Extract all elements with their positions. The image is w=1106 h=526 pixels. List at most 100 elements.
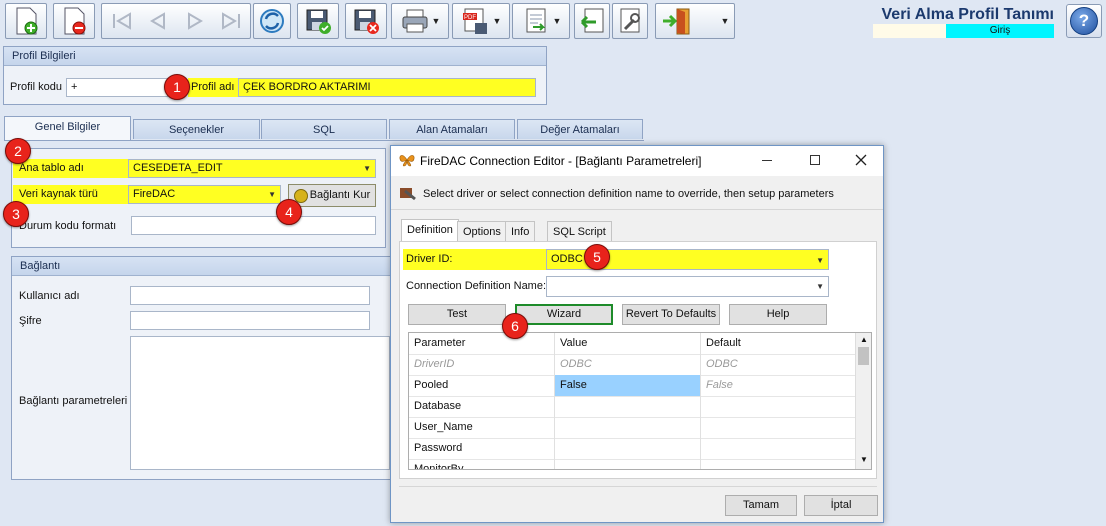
param-default <box>701 459 855 469</box>
table-name-combo[interactable]: CESEDETA_EDIT ▼ <box>128 159 376 178</box>
settings-button[interactable] <box>612 3 648 39</box>
grid-header-parameter: Parameter <box>409 333 555 354</box>
table-row[interactable]: User_Name <box>409 417 855 439</box>
grid-header-default: Default <box>706 337 741 349</box>
step-badge-3: 3 <box>3 201 29 227</box>
last-record-icon[interactable] <box>219 11 245 31</box>
step-badge-4: 4 <box>276 199 302 225</box>
import-button[interactable] <box>574 3 610 39</box>
step-badge-6: 6 <box>502 313 528 339</box>
tab-sql-script[interactable]: SQL Script <box>547 221 612 241</box>
wizard-button[interactable]: Wizard <box>515 304 613 325</box>
tab-field-mapping[interactable]: Alan Atamaları <box>389 119 515 139</box>
first-record-icon[interactable] <box>108 11 134 31</box>
param-value[interactable] <box>555 459 701 469</box>
status-format-input[interactable] <box>131 216 376 235</box>
minimize-icon[interactable] <box>762 160 772 161</box>
chevron-down-icon: ▼ <box>431 16 441 26</box>
param-name: MonitorBy <box>409 459 555 469</box>
username-label: Kullanıcı adı <box>19 290 80 302</box>
tab-sql[interactable]: SQL <box>261 119 387 139</box>
scroll-up-icon[interactable]: ▲ <box>860 335 868 344</box>
param-name: DriverID <box>409 354 555 375</box>
status-format-label: Durum kodu formatı <box>19 220 117 232</box>
tab-general[interactable]: Genel Bilgiler <box>4 116 131 141</box>
dialog-footer-divider <box>399 486 877 487</box>
profile-code-input[interactable]: + <box>66 78 168 97</box>
connect-button-label: Bağlantı Kur <box>309 189 371 201</box>
instruction-text: Select driver or select connection defin… <box>423 188 834 200</box>
save-button[interactable] <box>297 3 339 39</box>
password-input[interactable] <box>130 311 370 330</box>
step-badge-2: 2 <box>5 138 31 164</box>
source-type-label: Veri kaynak türü <box>13 185 128 204</box>
param-value[interactable] <box>555 417 701 438</box>
tab-value-mapping[interactable]: Değer Atamaları <box>517 119 643 139</box>
table-row[interactable]: DriverID ODBC ODBC <box>409 354 855 376</box>
tab-options[interactable]: Seçenekler <box>133 119 260 139</box>
grid-header-value: Value <box>555 333 701 354</box>
close-icon[interactable] <box>855 154 867 166</box>
scroll-thumb[interactable] <box>858 347 869 365</box>
prev-record-icon[interactable] <box>145 11 171 31</box>
step-badge-5: 5 <box>584 244 610 270</box>
param-name: Password <box>409 438 555 459</box>
tab-options-dialog[interactable]: Options <box>457 221 507 241</box>
save-cancel-icon <box>354 9 379 34</box>
scroll-down-icon[interactable]: ▼ <box>860 455 868 464</box>
table-row[interactable]: MonitorBy <box>409 459 855 469</box>
param-value-selected[interactable]: False <box>555 375 701 396</box>
instruction-bar: Select driver or select connection defin… <box>391 176 883 210</box>
svg-text:PDF: PDF <box>464 15 476 21</box>
conn-def-combo[interactable]: ▼ <box>546 276 829 297</box>
print-icon <box>402 9 428 33</box>
tab-definition[interactable]: Definition <box>401 219 459 241</box>
new-button[interactable] <box>5 3 47 39</box>
import-icon <box>580 8 604 33</box>
chevron-down-icon: ▼ <box>363 164 371 173</box>
ok-button[interactable]: Tamam <box>725 495 797 516</box>
tab-info[interactable]: Info <box>505 221 536 241</box>
username-input[interactable] <box>130 286 370 305</box>
table-row[interactable]: Database <box>409 396 855 418</box>
help-icon: ? <box>1070 7 1098 35</box>
save-cancel-button[interactable] <box>345 3 387 39</box>
exit-icon <box>662 8 690 35</box>
save-icon <box>306 9 331 34</box>
status-login: Giriş <box>946 24 1054 38</box>
print-button[interactable]: ▼ <box>391 3 449 39</box>
export-icon <box>526 8 546 33</box>
chevron-down-icon: ▼ <box>268 190 276 199</box>
password-label: Şifre <box>19 315 42 327</box>
param-value[interactable]: ODBC <box>555 354 701 375</box>
pdf-export-button[interactable]: PDF ▼ <box>452 3 510 39</box>
settings-icon <box>620 8 640 33</box>
param-name: Database <box>409 396 555 417</box>
help-button[interactable]: ? <box>1066 4 1102 38</box>
param-name: User_Name <box>409 417 555 438</box>
exit-button[interactable]: ▼ <box>655 3 735 39</box>
export-button[interactable]: ▼ <box>512 3 570 39</box>
wizard-wrench-icon <box>400 188 416 201</box>
param-value[interactable] <box>555 438 701 459</box>
delete-button[interactable] <box>53 3 95 39</box>
profile-name-input[interactable]: ÇEK BORDRO AKTARIMI <box>238 78 536 97</box>
dialog-title: FireDAC Connection Editor - [Bağlantı Pa… <box>420 154 702 168</box>
source-type-combo[interactable]: FireDAC ▼ <box>128 185 281 204</box>
grid-header-row: Parameter Value Default <box>409 333 855 355</box>
refresh-button[interactable] <box>253 3 291 39</box>
profile-group-title: Profil Bilgileri <box>4 47 546 66</box>
connection-params-textarea[interactable] <box>130 336 390 470</box>
table-row[interactable]: Password <box>409 438 855 460</box>
cancel-button[interactable]: İptal <box>804 495 878 516</box>
maximize-icon[interactable] <box>810 155 820 165</box>
next-record-icon[interactable] <box>182 11 208 31</box>
grid-scrollbar[interactable]: ▲ ▼ <box>855 333 871 469</box>
help-dialog-button[interactable]: Help <box>729 304 827 325</box>
table-row[interactable]: Pooled False False <box>409 375 855 397</box>
param-default <box>701 396 855 417</box>
connect-button[interactable]: Bağlantı Kur <box>288 184 376 207</box>
revert-defaults-button[interactable]: Revert To Defaults <box>622 304 720 325</box>
test-button[interactable]: Test <box>408 304 506 325</box>
param-value[interactable] <box>555 396 701 417</box>
